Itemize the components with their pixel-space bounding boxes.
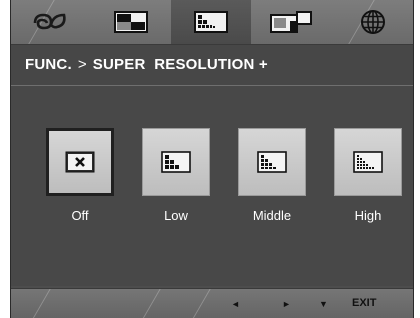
osd-menu: FUNC. > SUPER RESOLUTION + Off Low Middl… (10, 0, 414, 318)
option-high-button[interactable] (334, 128, 402, 196)
language-icon (361, 10, 385, 34)
tab-pip[interactable] (251, 0, 331, 44)
option-off[interactable]: Off (45, 128, 115, 223)
menu-header: FUNC. > SUPER RESOLUTION + (11, 45, 413, 86)
tab-function[interactable] (171, 0, 251, 44)
exit-key[interactable]: EXIT (352, 297, 376, 309)
sr-middle-icon (257, 151, 287, 173)
right-arrow-key[interactable]: ► (282, 299, 291, 309)
option-off-button[interactable] (46, 128, 114, 196)
tab-picture-mode[interactable] (11, 0, 91, 44)
down-arrow-key[interactable]: ▼ (319, 299, 328, 309)
options-panel: Off Low Middle High (11, 86, 413, 286)
button-guide-bar: ◄ ► ▼ EXIT (11, 288, 413, 318)
option-middle-label: Middle (252, 208, 292, 223)
function-icon (194, 11, 228, 33)
pip-icon (270, 11, 312, 33)
option-high-label: High (354, 208, 382, 223)
option-middle-button[interactable] (238, 128, 306, 196)
tab-language[interactable] (333, 0, 413, 44)
option-low-button[interactable] (142, 128, 210, 196)
option-middle[interactable]: Middle (237, 128, 307, 223)
option-low-label: Low (164, 208, 188, 223)
sr-high-icon (353, 151, 383, 173)
tab-bar (11, 0, 413, 45)
off-icon (65, 151, 95, 173)
option-low[interactable]: Low (141, 128, 211, 223)
color-settings-icon (114, 11, 148, 33)
page-title: SUPER RESOLUTION + (92, 56, 268, 73)
option-high[interactable]: High (333, 128, 403, 223)
sr-low-icon (161, 151, 191, 173)
breadcrumb-separator: > (77, 56, 87, 73)
picture-mode-icon (33, 13, 66, 30)
tab-color-settings[interactable] (91, 0, 171, 44)
left-arrow-key[interactable]: ◄ (231, 299, 240, 309)
option-off-label: Off (71, 208, 89, 223)
breadcrumb-section: FUNC. (25, 56, 72, 73)
breadcrumb: FUNC. > SUPER RESOLUTION + (25, 56, 268, 73)
